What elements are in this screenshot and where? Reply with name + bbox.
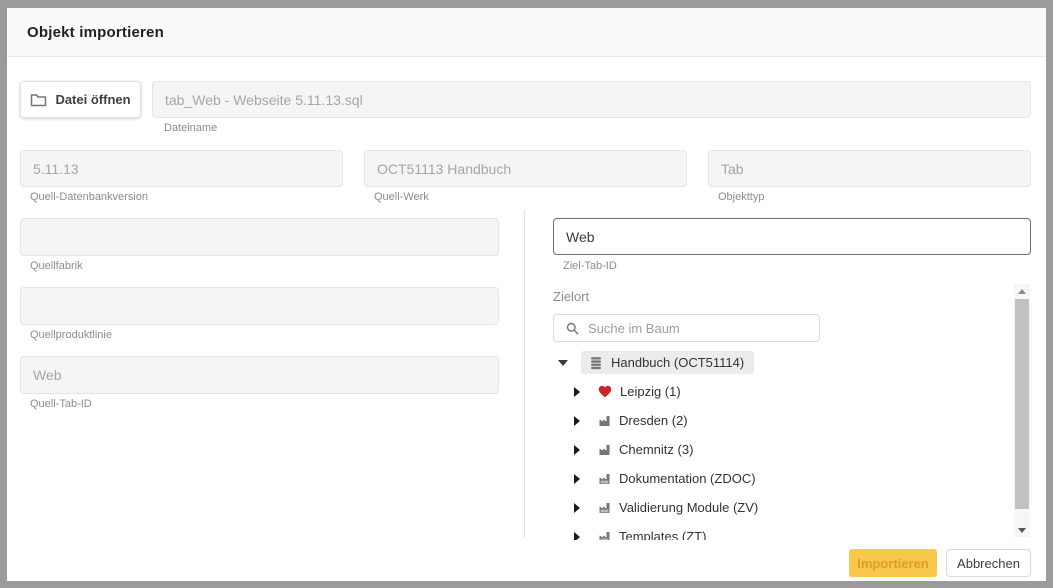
scroll-up-arrow-icon[interactable] xyxy=(1014,284,1030,298)
tree-search-box[interactable] xyxy=(553,314,820,342)
filename-label: Dateiname xyxy=(164,122,218,134)
open-file-button[interactable]: Datei öffnen xyxy=(20,81,141,118)
selected-node-chip[interactable]: Handbuch (OCT51114) xyxy=(581,351,755,374)
import-button[interactable]: Importieren xyxy=(849,549,937,577)
tree-node-label: Validierung Module (ZV) xyxy=(619,500,759,515)
source-werk-label: Quell-Werk xyxy=(374,191,429,203)
tree-node-dresden[interactable]: Dresden (2) xyxy=(548,406,1013,435)
source-tab-id-field: Web xyxy=(20,356,499,394)
import-dialog: Objekt importieren Datei öffnen tab_Web … xyxy=(7,8,1046,581)
target-tab-id-label: Ziel-Tab-ID xyxy=(563,260,617,272)
expand-caret-icon[interactable] xyxy=(571,531,583,540)
tree-node-label: Chemnitz (3) xyxy=(619,442,694,457)
column-divider xyxy=(524,210,525,538)
factory-icon xyxy=(598,501,611,514)
source-factory-label: Quellfabrik xyxy=(30,260,83,272)
scrollbar-thumb[interactable] xyxy=(1015,299,1029,509)
target-tree: Handbuch (OCT51114) Leipzig (1) Dresden … xyxy=(548,348,1013,540)
source-db-version-label: Quell-Datenbankversion xyxy=(30,191,149,203)
tree-node-dokumentation[interactable]: Dokumentation (ZDOC) xyxy=(548,464,1013,493)
source-tab-id-label: Quell-Tab-ID xyxy=(30,398,92,410)
expand-caret-icon[interactable] xyxy=(571,415,583,426)
search-icon xyxy=(566,322,579,335)
source-werk-field: OCT51113 Handbuch xyxy=(364,150,687,187)
target-location-label: Zielort xyxy=(553,289,590,304)
collapse-caret-icon[interactable] xyxy=(557,359,569,366)
scroll-down-arrow-icon[interactable] xyxy=(1014,523,1030,537)
heart-icon xyxy=(598,385,612,398)
source-factory-field xyxy=(20,218,499,256)
database-icon xyxy=(589,356,603,370)
object-type-field: Tab xyxy=(708,150,1031,187)
expand-caret-icon[interactable] xyxy=(571,473,583,484)
screenshot-frame: Objekt importieren Datei öffnen tab_Web … xyxy=(0,0,1053,588)
object-type-label: Objekttyp xyxy=(718,191,765,203)
tree-node-label: Templates (ZT) xyxy=(619,529,707,540)
tree-search-input[interactable] xyxy=(588,320,811,336)
tree-node-chemnitz[interactable]: Chemnitz (3) xyxy=(548,435,1013,464)
tree-node-label: Dokumentation (ZDOC) xyxy=(619,471,756,486)
expand-caret-icon[interactable] xyxy=(571,386,583,397)
tree-node-leipzig[interactable]: Leipzig (1) xyxy=(548,377,1013,406)
tree-node-label: Handbuch (OCT51114) xyxy=(611,355,745,370)
expand-caret-icon[interactable] xyxy=(571,444,583,455)
tree-node-label: Dresden (2) xyxy=(619,413,688,428)
source-productline-field xyxy=(20,287,499,325)
factory-icon xyxy=(598,530,611,540)
source-db-version-field: 5.11.13 xyxy=(20,150,343,187)
expand-caret-icon[interactable] xyxy=(571,502,583,513)
tree-node-templates[interactable]: Templates (ZT) xyxy=(548,522,1013,540)
open-file-label: Datei öffnen xyxy=(55,92,131,107)
factory-icon xyxy=(598,443,611,456)
tree-node-validierung[interactable]: Validierung Module (ZV) xyxy=(548,493,1013,522)
tree-scrollbar[interactable] xyxy=(1014,284,1030,537)
cancel-button[interactable]: Abbrechen xyxy=(946,549,1031,577)
dialog-title: Objekt importieren xyxy=(27,23,164,41)
factory-icon xyxy=(598,414,611,427)
target-tab-id-input[interactable] xyxy=(553,218,1031,255)
source-productline-label: Quellproduktlinie xyxy=(30,329,112,341)
dialog-header: Objekt importieren xyxy=(7,8,1046,57)
factory-icon xyxy=(598,472,611,485)
tree-node-handbuch[interactable]: Handbuch (OCT51114) xyxy=(548,348,1013,377)
folder-icon xyxy=(30,93,47,107)
tree-node-label: Leipzig (1) xyxy=(620,384,681,399)
filename-field: tab_Web - Webseite 5.11.13.sql xyxy=(152,81,1031,118)
